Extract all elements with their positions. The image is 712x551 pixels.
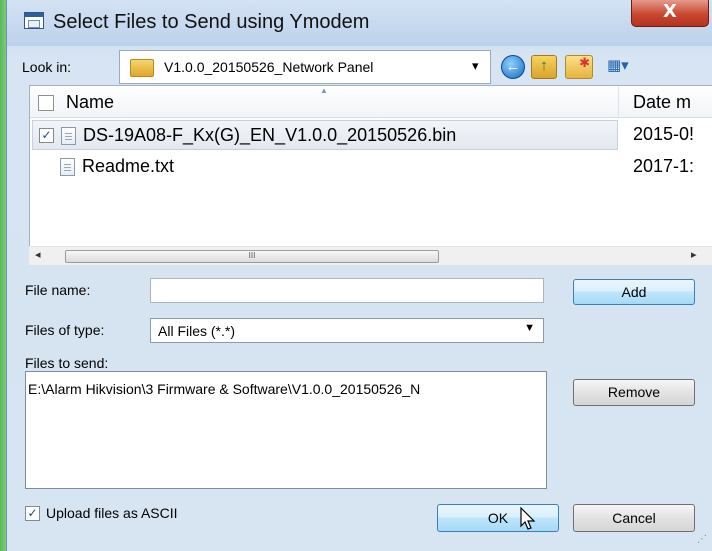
resize-grip-icon[interactable]: ⋰ [697, 534, 707, 545]
file-date: 2017-1: [633, 156, 695, 176]
file-date: 2015-0! [633, 124, 695, 144]
close-button[interactable]: X [631, 0, 709, 27]
column-header-name[interactable]: Name [66, 92, 114, 113]
text-file-icon [60, 158, 75, 176]
select-all-checkbox[interactable] [38, 95, 54, 111]
list-item[interactable]: E:\Alarm Hikvision\3 Firmware & Software… [28, 381, 420, 397]
cancel-button[interactable]: Cancel [573, 504, 695, 532]
scroll-thumb[interactable]: III [65, 250, 439, 263]
upload-ascii-checkbox[interactable]: ✓ [25, 506, 40, 521]
files-to-send-label: Files to send: [25, 355, 109, 371]
column-header-date[interactable]: Date m [633, 92, 691, 113]
row-checkbox[interactable]: ✓ [39, 128, 54, 143]
add-button[interactable]: Add [573, 279, 695, 305]
chevron-down-icon[interactable]: ▾ [472, 58, 479, 74]
horizontal-scrollbar[interactable]: ◂ III ▸ [29, 246, 712, 265]
up-folder-icon[interactable]: ↑ [531, 55, 557, 79]
ok-button[interactable]: OK [437, 504, 559, 532]
look-in-value: V1.0.0_20150526_Network Panel [164, 59, 374, 75]
upload-ascii-label: Upload files as ASCII [46, 505, 178, 521]
file-name-field[interactable] [150, 278, 544, 303]
files-of-type-label: Files of type: [25, 322, 105, 338]
remove-button[interactable]: Remove [573, 379, 695, 406]
file-row[interactable]: Readme.txt 2017-1: [30, 152, 712, 182]
files-of-type-value: All Files (*.*) [158, 323, 236, 339]
folder-icon [130, 59, 154, 77]
title-bar[interactable]: Select Files to Send using Ymodem X [7, 0, 712, 46]
scroll-left-icon[interactable]: ◂ [35, 248, 41, 261]
files-of-type-dropdown[interactable]: All Files (*.*) ▼ [150, 318, 544, 343]
select-files-dialog: Select Files to Send using Ymodem X Look… [6, 0, 712, 551]
file-name: Readme.txt [82, 156, 175, 176]
chevron-down-icon[interactable]: ▼ [524, 322, 535, 334]
file-list[interactable]: Name ▲ Date m ✓ DS-19A08-F_Kx(G)_EN_V1.0… [29, 85, 712, 265]
file-icon [61, 127, 76, 145]
new-folder-icon[interactable]: ✱ [565, 55, 593, 79]
mouse-cursor-icon [520, 507, 536, 530]
look-in-label: Look in: [22, 59, 72, 75]
file-name-label: File name: [25, 282, 91, 298]
look-in-dropdown[interactable]: V1.0.0_20150526_Network Panel ▾ [119, 50, 491, 84]
files-to-send-list[interactable]: E:\Alarm Hikvision\3 Firmware & Software… [25, 371, 547, 489]
view-menu-icon[interactable]: ▦▾ [607, 55, 643, 79]
list-header: Name ▲ Date m [30, 86, 712, 118]
window-title: Select Files to Send using Ymodem [53, 11, 370, 33]
column-divider[interactable] [618, 86, 619, 118]
sort-ascending-icon: ▲ [320, 86, 328, 95]
scroll-right-icon[interactable]: ▸ [691, 248, 697, 261]
file-row[interactable]: ✓ DS-19A08-F_Kx(G)_EN_V1.0.0_20150526.bi… [32, 120, 618, 150]
dialog-icon [24, 12, 44, 29]
back-icon[interactable]: ← [501, 55, 525, 79]
file-name: DS-19A08-F_Kx(G)_EN_V1.0.0_20150526.bin [83, 125, 457, 145]
